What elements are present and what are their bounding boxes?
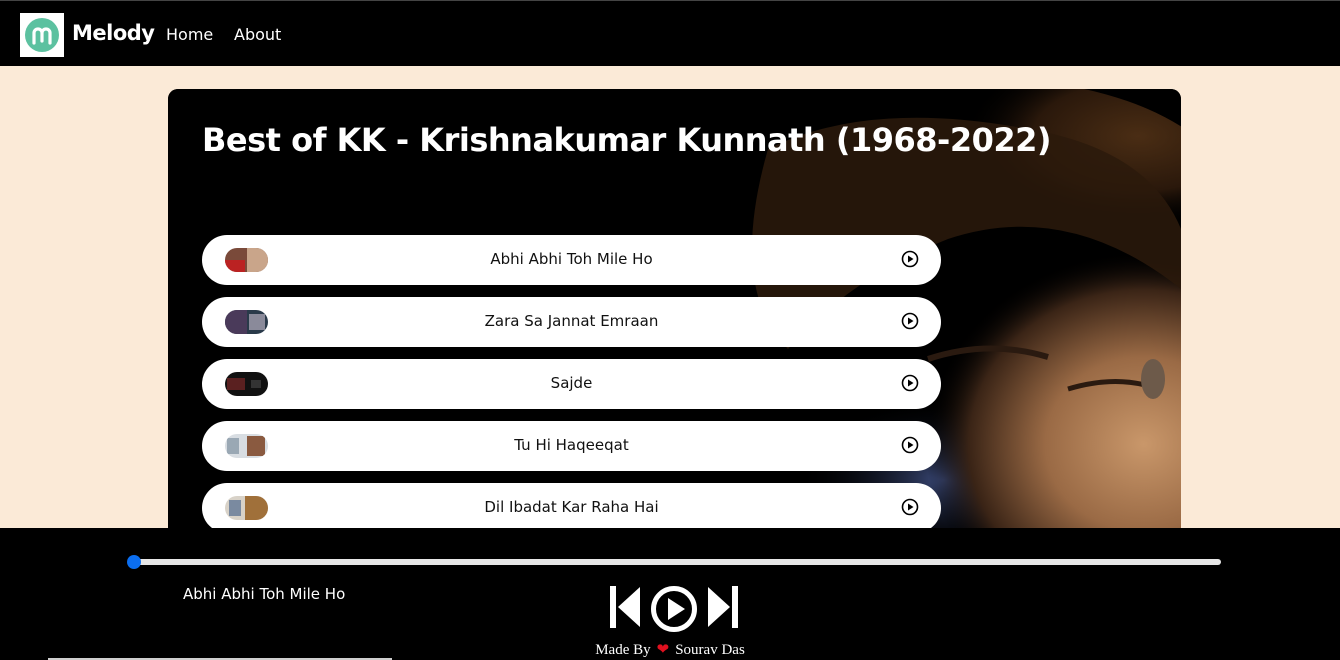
song-thumbnail: [225, 496, 268, 520]
play-pause-icon[interactable]: [650, 585, 698, 633]
footer-credit: Made By ❤ Sourav Das: [0, 640, 1340, 659]
navbar: Melody Home About: [0, 0, 1340, 66]
player-bar: Abhi Abhi Toh Mile Ho Made By ❤ Sourav Das: [0, 528, 1340, 660]
song-title: Zara Sa Jannat Emraan: [484, 312, 659, 330]
song-item[interactable]: Abhi Abhi Toh Mile Ho: [202, 235, 941, 285]
song-thumbnail: [225, 248, 268, 272]
progress-slider-thumb[interactable]: [127, 555, 141, 569]
author-name: Sourav Das: [675, 642, 745, 658]
play-icon[interactable]: [901, 250, 919, 268]
nav-about-link[interactable]: About: [234, 25, 281, 44]
play-icon[interactable]: [901, 312, 919, 330]
progress-bar[interactable]: [127, 555, 1221, 569]
melody-logo-icon: [25, 18, 59, 52]
song-item[interactable]: Zara Sa Jannat Emraan: [202, 297, 941, 347]
song-title: Tu Hi Haqeeqat: [514, 436, 629, 454]
song-title: Abhi Abhi Toh Mile Ho: [490, 250, 653, 268]
previous-icon[interactable]: [609, 585, 641, 629]
heart-icon: ❤: [656, 642, 670, 658]
made-by-label: Made By: [595, 642, 651, 658]
brand-name[interactable]: Melody: [72, 21, 155, 45]
song-item[interactable]: Dil Ibadat Kar Raha Hai: [202, 483, 941, 533]
playlist-title: Best of KK - Krishnakumar Kunnath (1968-…: [202, 121, 1052, 159]
playlist-card: Best of KK - Krishnakumar Kunnath (1968-…: [168, 89, 1181, 560]
song-thumbnail: [225, 372, 268, 396]
nav-home-link[interactable]: Home: [166, 25, 213, 44]
song-title: Sajde: [550, 374, 593, 392]
play-icon[interactable]: [901, 374, 919, 392]
song-item[interactable]: Sajde: [202, 359, 941, 409]
song-thumbnail: [225, 434, 268, 458]
play-icon[interactable]: [901, 436, 919, 454]
play-icon[interactable]: [901, 498, 919, 516]
next-icon[interactable]: [707, 585, 739, 629]
now-playing-title: Abhi Abhi Toh Mile Ho: [183, 585, 346, 603]
song-thumbnail: [225, 310, 268, 334]
song-title: Dil Ibadat Kar Raha Hai: [484, 498, 659, 516]
logo[interactable]: [20, 13, 64, 57]
song-item[interactable]: Tu Hi Haqeeqat: [202, 421, 941, 471]
